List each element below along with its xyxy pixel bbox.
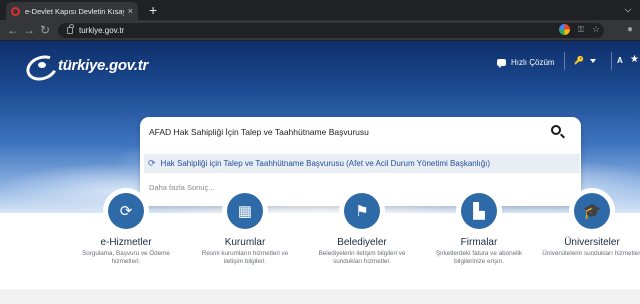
category-title: Belediyeler [337, 237, 387, 248]
tab-close-icon[interactable]: × [128, 6, 133, 16]
category-title: Üniversiteler [564, 237, 620, 248]
favorites-star-icon[interactable]: ★ [630, 54, 639, 65]
category-desc: Belediyelerin iletişim bilgileri ve sund… [318, 250, 406, 265]
category-section: ⟳ e-Hizmetler Sorgulama, Başvuru ve Ödem… [0, 188, 640, 289]
forward-button[interactable]: → [23, 23, 35, 37]
profile-icon[interactable]: ● [627, 24, 633, 35]
refresh-icon: ⟳ [108, 193, 144, 229]
category-desc: Şirketlerdeki fatura ve abonelik bilgile… [435, 250, 523, 265]
key-icon: 🔑 [574, 56, 584, 65]
category-title: Kurumlar [224, 237, 266, 248]
turkiye-gov-logo[interactable]: türkiye.gov.tr [26, 54, 148, 76]
accessibility-button[interactable]: A [617, 56, 623, 65]
category-icon-ring: ▦ [222, 188, 268, 234]
lock-icon[interactable] [67, 24, 74, 34]
tab-title: e-Devlet Kapısı Devletin Kısayolu [25, 6, 124, 16]
search-icon[interactable] [551, 125, 561, 135]
header-divider [611, 52, 612, 70]
e-service-icon: ⟳ [148, 158, 156, 168]
chevron-down-icon [589, 58, 596, 63]
category-icon-ring: ▙ [456, 188, 502, 234]
tab-search-icon[interactable] [624, 5, 632, 13]
category-kurumlar[interactable]: ▦ Kurumlar Resmi kurumların hizmetleri v… [185, 188, 305, 266]
footer-strip [0, 289, 640, 304]
category-universiteler[interactable]: 🎓 Üniversiteler Üniversitelerin sundukla… [532, 188, 640, 258]
category-desc: Sorgulama, Başvuru ve Ödeme hizmetleri. [82, 250, 170, 265]
login-button[interactable]: 🔑 [574, 56, 596, 65]
google-icon[interactable] [558, 24, 570, 35]
edevlet-favicon-icon [11, 6, 20, 16]
category-belediyeler[interactable]: ⚑ Belediyeler Belediyelerin iletişim bil… [302, 188, 422, 266]
new-tab-button[interactable]: + [149, 2, 157, 18]
suggestion-label: Hak Sahipliği için Talep ve Taahhütname … [160, 159, 491, 168]
search-suggestion[interactable]: ⟳ Hak Sahipliği için Talep ve Taahhütnam… [144, 154, 580, 173]
category-desc: Resmi kurumların hizmetleri ve iletişim … [201, 250, 289, 265]
building-icon: ▦ [227, 193, 263, 229]
category-icon-ring: ⚑ [339, 188, 385, 234]
search-input[interactable] [149, 124, 539, 140]
factory-icon: ▙ [461, 193, 497, 229]
reload-button[interactable]: ↻ [40, 23, 50, 37]
browser-tab-strip: e-Devlet Kapısı Devletin Kısayolu × + [0, 0, 640, 20]
address-bar[interactable]: turkiye.gov.tr ⚿ ☆ [58, 23, 604, 38]
category-icon-ring: 🎓 [569, 188, 615, 234]
quick-help-button[interactable]: Hızlı Çözüm [497, 55, 559, 69]
category-title: Firmalar [460, 237, 498, 248]
url-text[interactable]: turkiye.gov.tr [79, 26, 124, 35]
bookmark-star-icon[interactable]: ☆ [592, 24, 600, 35]
category-desc: Üniversitelerin sundukları hizmetler. [542, 250, 640, 257]
category-icon-ring: ⟳ [103, 188, 149, 234]
browser-toolbar: ← → ↻ turkiye.gov.tr ⚿ ☆ ● [0, 20, 640, 41]
logo-text: türkiye.gov.tr [58, 56, 148, 74]
back-button[interactable]: ← [7, 23, 19, 37]
browser-tab[interactable]: e-Devlet Kapısı Devletin Kısayolu × [6, 2, 138, 20]
logo-mark-icon [26, 54, 60, 76]
category-firmalar[interactable]: ▙ Firmalar Şirketlerdeki fatura ve abone… [419, 188, 539, 266]
signpost-icon: ⚑ [344, 193, 380, 229]
quick-help-label: Hızlı Çözüm [511, 57, 555, 67]
graduation-cap-icon: 🎓 [574, 193, 610, 229]
category-title: e-Hizmetler [100, 237, 152, 248]
category-e-hizmetler[interactable]: ⟳ e-Hizmetler Sorgulama, Başvuru ve Ödem… [66, 188, 186, 266]
chat-icon [497, 58, 506, 68]
header-divider [564, 52, 565, 70]
key-icon[interactable]: ⚿ [578, 25, 584, 35]
omnibox-actions: ⚿ ☆ [558, 24, 600, 35]
